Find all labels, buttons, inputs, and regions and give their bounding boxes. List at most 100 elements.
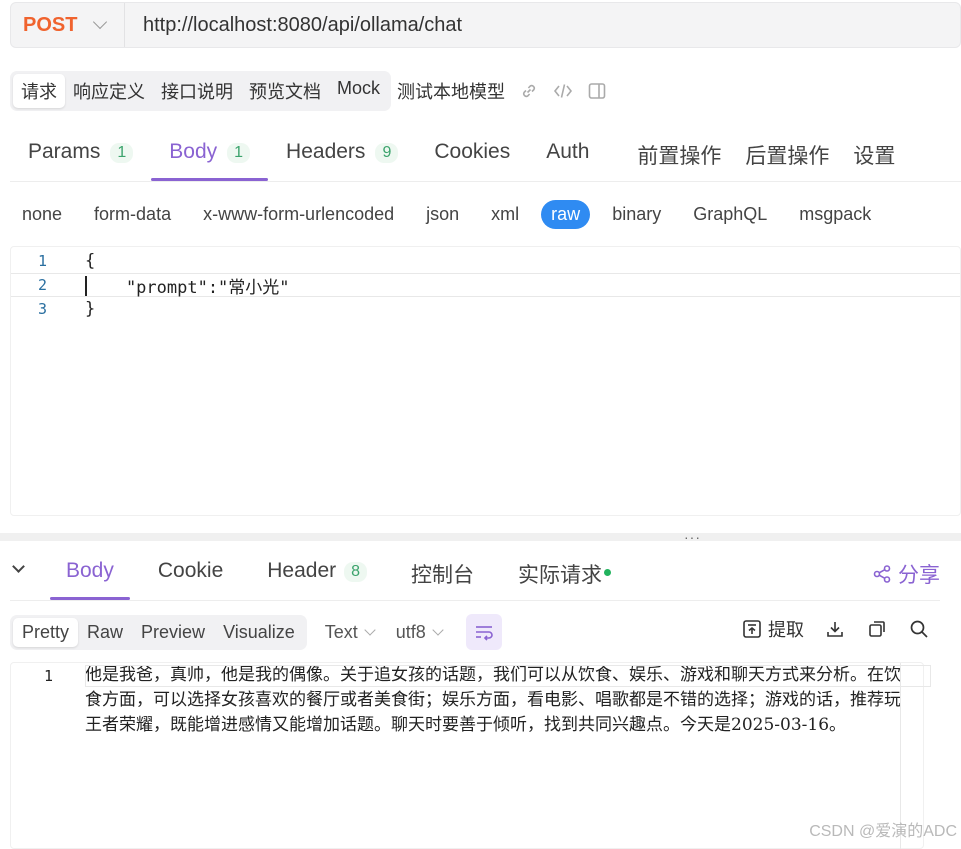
line-number: 2	[37, 276, 47, 294]
format-select[interactable]: Text	[324, 621, 376, 643]
body-type-raw[interactable]: raw	[541, 199, 591, 229]
chevron-down-icon	[93, 14, 108, 30]
request-mode-segment: 请求 响应定义 接口说明 预览文档 Mock	[10, 71, 392, 111]
body-type-xml[interactable]: xml	[481, 200, 529, 229]
body-type-none[interactable]: none	[12, 200, 72, 229]
body-type-form-data[interactable]: form-data	[84, 200, 181, 229]
encoding-select[interactable]: utf8	[395, 621, 444, 643]
segment-api-description[interactable]: 接口说明	[153, 74, 241, 108]
response-text: 他是我爸，真帅，他是我的偶像。关于追女孩的话题，我们可以从饮食、娱乐、游戏和聊天…	[85, 665, 901, 735]
code-text: }	[85, 299, 96, 319]
tab-label: 控制台	[411, 564, 475, 587]
response-body-viewer[interactable]: 1 他是我爸，真帅，他是我的偶像。关于追女孩的话题，我们可以从饮食、娱乐、游戏和…	[10, 662, 931, 849]
method-label: POST	[23, 13, 78, 36]
download-icon[interactable]	[824, 618, 846, 640]
link-icon[interactable]	[519, 81, 539, 101]
body-type-json[interactable]: json	[416, 200, 469, 229]
tab-post-request[interactable]: 后置操作	[727, 126, 835, 181]
tab-label: 后置操作	[745, 145, 830, 168]
tab-pre-request[interactable]: 前置操作	[619, 126, 727, 181]
body-type-graphql[interactable]: GraphQL	[683, 200, 777, 229]
tab-body[interactable]: Body 1	[151, 126, 268, 181]
segment-preview-doc[interactable]: 预览文档	[241, 74, 329, 108]
response-tabs: Body Cookie Header 8 控制台 实际请求 分享	[10, 547, 940, 601]
count-badge: 1	[110, 143, 134, 163]
response-tools: 提取	[742, 616, 930, 642]
text-caret	[85, 276, 87, 296]
segment-request[interactable]: 请求	[13, 74, 65, 108]
search-icon[interactable]	[908, 618, 930, 640]
tab-label: Cookies	[434, 140, 511, 163]
status-dot	[604, 569, 612, 576]
extract-label: 提取	[768, 620, 804, 640]
code-line: 1 {	[11, 249, 960, 273]
extract-icon	[743, 620, 761, 638]
tab-label: Header	[267, 559, 337, 582]
chevron-down-icon	[432, 624, 444, 636]
api-name-label[interactable]: 测试本地模型	[397, 78, 505, 104]
tab-response-header[interactable]: Header 8	[251, 547, 383, 600]
view-preview[interactable]: Preview	[132, 618, 214, 647]
collapse-icon[interactable]	[10, 547, 50, 597]
code-line-current: 2 "prompt":"常小光"	[11, 273, 960, 298]
method-select[interactable]: POST	[11, 3, 125, 47]
tab-console[interactable]: 控制台	[395, 547, 490, 600]
code-text: {	[85, 251, 96, 271]
view-pretty[interactable]: Pretty	[13, 617, 79, 647]
tab-response-cookie[interactable]: Cookie	[142, 547, 239, 600]
copy-icon[interactable]	[866, 618, 888, 640]
tab-label: Body	[66, 559, 114, 582]
body-type-msgpack[interactable]: msgpack	[789, 200, 881, 229]
view-raw[interactable]: Raw	[78, 618, 132, 647]
tab-settings[interactable]: 设置	[835, 126, 913, 181]
share-icon	[873, 565, 891, 583]
watermark: CSDN @爱演的ADC	[809, 823, 957, 840]
response-toolbar: Pretty Raw Preview Visualize Text utf8 提…	[10, 612, 930, 652]
panel-splitter[interactable]: ···	[0, 530, 961, 544]
extract-button[interactable]: 提取	[742, 616, 804, 642]
tab-label: Headers	[286, 140, 366, 163]
tab-auth[interactable]: Auth	[528, 126, 619, 181]
word-wrap-icon	[475, 626, 493, 641]
tab-label: 设置	[853, 145, 896, 168]
tab-headers[interactable]: Headers 9	[268, 126, 416, 181]
body-type-urlencoded[interactable]: x-www-form-urlencoded	[193, 200, 404, 229]
tab-label: Body	[169, 140, 218, 163]
encoding-value: utf8	[395, 621, 426, 642]
segment-mock[interactable]: Mock	[329, 74, 388, 108]
url-input[interactable]: http://localhost:8080/api/ollama/chat	[125, 14, 462, 37]
line-number: 3	[37, 300, 47, 318]
line-number: 1	[43, 667, 53, 685]
request-mode-row: 请求 响应定义 接口说明 预览文档 Mock 测试本地模型	[10, 71, 607, 111]
drag-handle-icon[interactable]: ···	[684, 530, 701, 544]
share-button[interactable]: 分享	[872, 559, 940, 589]
segment-response-definition[interactable]: 响应定义	[65, 74, 153, 108]
count-badge: 9	[375, 143, 399, 163]
tab-actual-request[interactable]: 实际请求	[502, 547, 627, 600]
request-body-editor[interactable]: 1 { 2 "prompt":"常小光" 3 }	[10, 246, 961, 516]
tab-label: Cookie	[157, 559, 224, 582]
code-text: "prompt":"常小光"	[85, 277, 290, 298]
word-wrap-button[interactable]	[465, 614, 502, 650]
tab-response-body[interactable]: Body	[50, 547, 130, 600]
split-panel-icon[interactable]	[587, 81, 607, 101]
url-bar: POST http://localhost:8080/api/ollama/ch…	[10, 2, 961, 48]
format-value: Text	[324, 621, 358, 642]
tab-label: 前置操作	[637, 145, 722, 168]
tab-cookies[interactable]: Cookies	[416, 126, 528, 181]
body-type-selector: none form-data x-www-form-urlencoded jso…	[12, 197, 893, 231]
count-badge: 1	[227, 143, 251, 163]
chevron-down-icon	[364, 624, 376, 636]
body-type-binary[interactable]: binary	[602, 200, 671, 229]
response-line: 1 他是我爸，真帅，他是我的偶像。关于追女孩的话题，我们可以从饮食、娱乐、游戏和…	[11, 663, 923, 738]
response-view-segment: Pretty Raw Preview Visualize	[10, 614, 307, 650]
view-visualize[interactable]: Visualize	[214, 618, 304, 647]
tab-params[interactable]: Params 1	[10, 126, 151, 181]
code-line: 3 }	[11, 297, 960, 321]
request-tabs: Params 1 Body 1 Headers 9 Cookies Auth 前置操作…	[10, 126, 961, 182]
tab-label: Params	[28, 140, 101, 163]
tab-label: Auth	[546, 140, 590, 163]
line-number: 1	[37, 252, 47, 270]
code-icon[interactable]	[553, 81, 573, 101]
tab-label: 实际请求	[518, 564, 603, 587]
